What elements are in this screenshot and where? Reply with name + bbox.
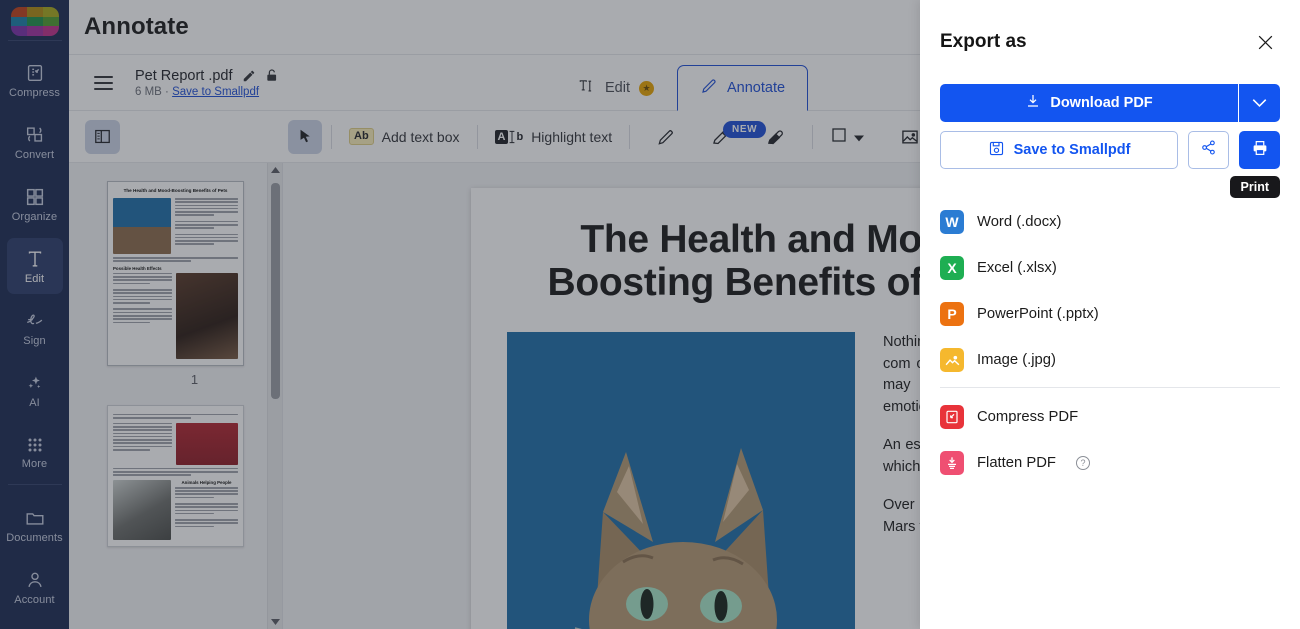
powerpoint-icon: P [940, 302, 964, 326]
compress-pdf-icon [940, 405, 964, 429]
export-panel: Export as Download PDF [920, 0, 1300, 629]
image-icon [940, 348, 964, 372]
excel-icon: X [940, 256, 964, 280]
export-word[interactable]: W Word (.docx) [940, 199, 1280, 245]
download-icon [1025, 93, 1041, 113]
download-pdf-button[interactable]: Download PDF [940, 84, 1238, 122]
flatten-pdf-icon [940, 451, 964, 475]
export-excel[interactable]: X Excel (.xlsx) [940, 245, 1280, 291]
export-powerpoint[interactable]: P PowerPoint (.pptx) [940, 291, 1280, 337]
print-button[interactable] [1239, 131, 1280, 169]
export-word-label: Word (.docx) [977, 214, 1061, 230]
share-button[interactable] [1188, 131, 1229, 169]
export-excel-label: Excel (.xlsx) [977, 260, 1057, 276]
export-powerpoint-label: PowerPoint (.pptx) [977, 306, 1099, 322]
close-icon[interactable] [1250, 27, 1280, 57]
save-to-smallpdf-label: Save to Smallpdf [1014, 142, 1131, 158]
word-icon: W [940, 210, 964, 234]
export-image-label: Image (.jpg) [977, 352, 1056, 368]
smallpdf-annotate-app: Compress Convert Organize [0, 0, 1300, 629]
save-disk-icon [988, 140, 1005, 161]
secondary-actions-row: Save to Smallpdf Print [940, 131, 1280, 169]
format-list-divider [940, 387, 1280, 388]
compress-pdf[interactable]: Compress PDF [940, 394, 1280, 440]
share-icon [1200, 139, 1217, 161]
download-row: Download PDF [940, 84, 1280, 122]
export-format-list: W Word (.docx) X Excel (.xlsx) P PowerPo… [940, 199, 1280, 486]
save-to-smallpdf-button[interactable]: Save to Smallpdf [940, 131, 1178, 169]
download-pdf-label: Download PDF [1050, 95, 1152, 111]
print-tooltip: Print [1230, 176, 1280, 198]
download-options-caret[interactable] [1238, 84, 1280, 122]
export-panel-title: Export as [940, 31, 1027, 53]
export-panel-header: Export as [940, 0, 1280, 84]
flatten-pdf-label: Flatten PDF [977, 455, 1056, 471]
help-icon[interactable]: ? [1076, 456, 1090, 470]
export-image[interactable]: Image (.jpg) [940, 337, 1280, 383]
printer-icon [1251, 139, 1269, 162]
flatten-pdf[interactable]: Flatten PDF ? [940, 440, 1280, 486]
compress-pdf-label: Compress PDF [977, 409, 1078, 425]
modal-overlay[interactable] [0, 0, 920, 629]
